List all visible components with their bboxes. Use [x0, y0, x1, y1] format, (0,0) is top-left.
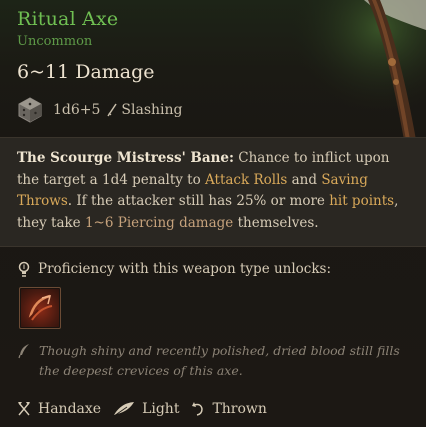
- passive-and: and: [291, 171, 318, 188]
- flavor-text: Though shiny and recently polished, drie…: [39, 343, 400, 378]
- quill-icon: [18, 344, 29, 359]
- proficiency-label: Proficiency with this weapon type unlock…: [38, 261, 332, 277]
- keyword-attack-rolls[interactable]: Attack Rolls: [205, 172, 287, 188]
- cleave-glyph-icon: [28, 294, 53, 321]
- cleave-ability-icon[interactable]: [19, 287, 61, 329]
- passive-name: The Scourge Mistress' Bane:: [17, 150, 234, 166]
- crossed-axes-icon: [18, 402, 30, 416]
- d6-dice-icon: [18, 97, 42, 123]
- throw-arrow-icon: [192, 402, 204, 416]
- property-handaxe-label: Handaxe: [38, 401, 102, 417]
- passive-text-4: themselves.: [237, 214, 319, 231]
- lightbulb-icon: [18, 261, 30, 277]
- item-tooltip: Ritual Axe Uncommon 6~11 Damage 1d6+5 Sl…: [0, 0, 426, 427]
- axe-art-icon: [276, 0, 426, 140]
- passive-text-2: . If the attacker still has 25% or more: [67, 193, 325, 209]
- proficiency-row: Proficiency with this weapon type unlock…: [17, 259, 331, 279]
- feather-icon: [113, 402, 135, 417]
- item-name: Ritual Axe: [17, 8, 119, 30]
- weapon-properties: Handaxe Light Thrown: [17, 398, 279, 420]
- flavor-row: Though shiny and recently polished, drie…: [17, 341, 412, 381]
- damage-dice: 1d6+5: [53, 102, 101, 118]
- slashing-icon: [107, 103, 118, 117]
- item-rarity: Uncommon: [17, 34, 93, 49]
- property-thrown[interactable]: Thrown: [191, 401, 267, 417]
- property-handaxe[interactable]: Handaxe: [17, 401, 101, 417]
- property-light[interactable]: Light: [113, 401, 179, 417]
- damage-type: Slashing: [121, 102, 183, 118]
- item-damage: 6~11 Damage: [17, 61, 155, 83]
- passive-description: The Scourge Mistress' Bane: Chance to in…: [17, 148, 412, 234]
- keyword-piercing-damage[interactable]: 1~6 Piercing damage: [85, 215, 233, 231]
- property-thrown-label: Thrown: [212, 401, 267, 417]
- damage-dice-row: 1d6+5 Slashing: [17, 96, 183, 124]
- keyword-hit-points[interactable]: hit points: [329, 193, 394, 209]
- property-light-label: Light: [142, 401, 180, 417]
